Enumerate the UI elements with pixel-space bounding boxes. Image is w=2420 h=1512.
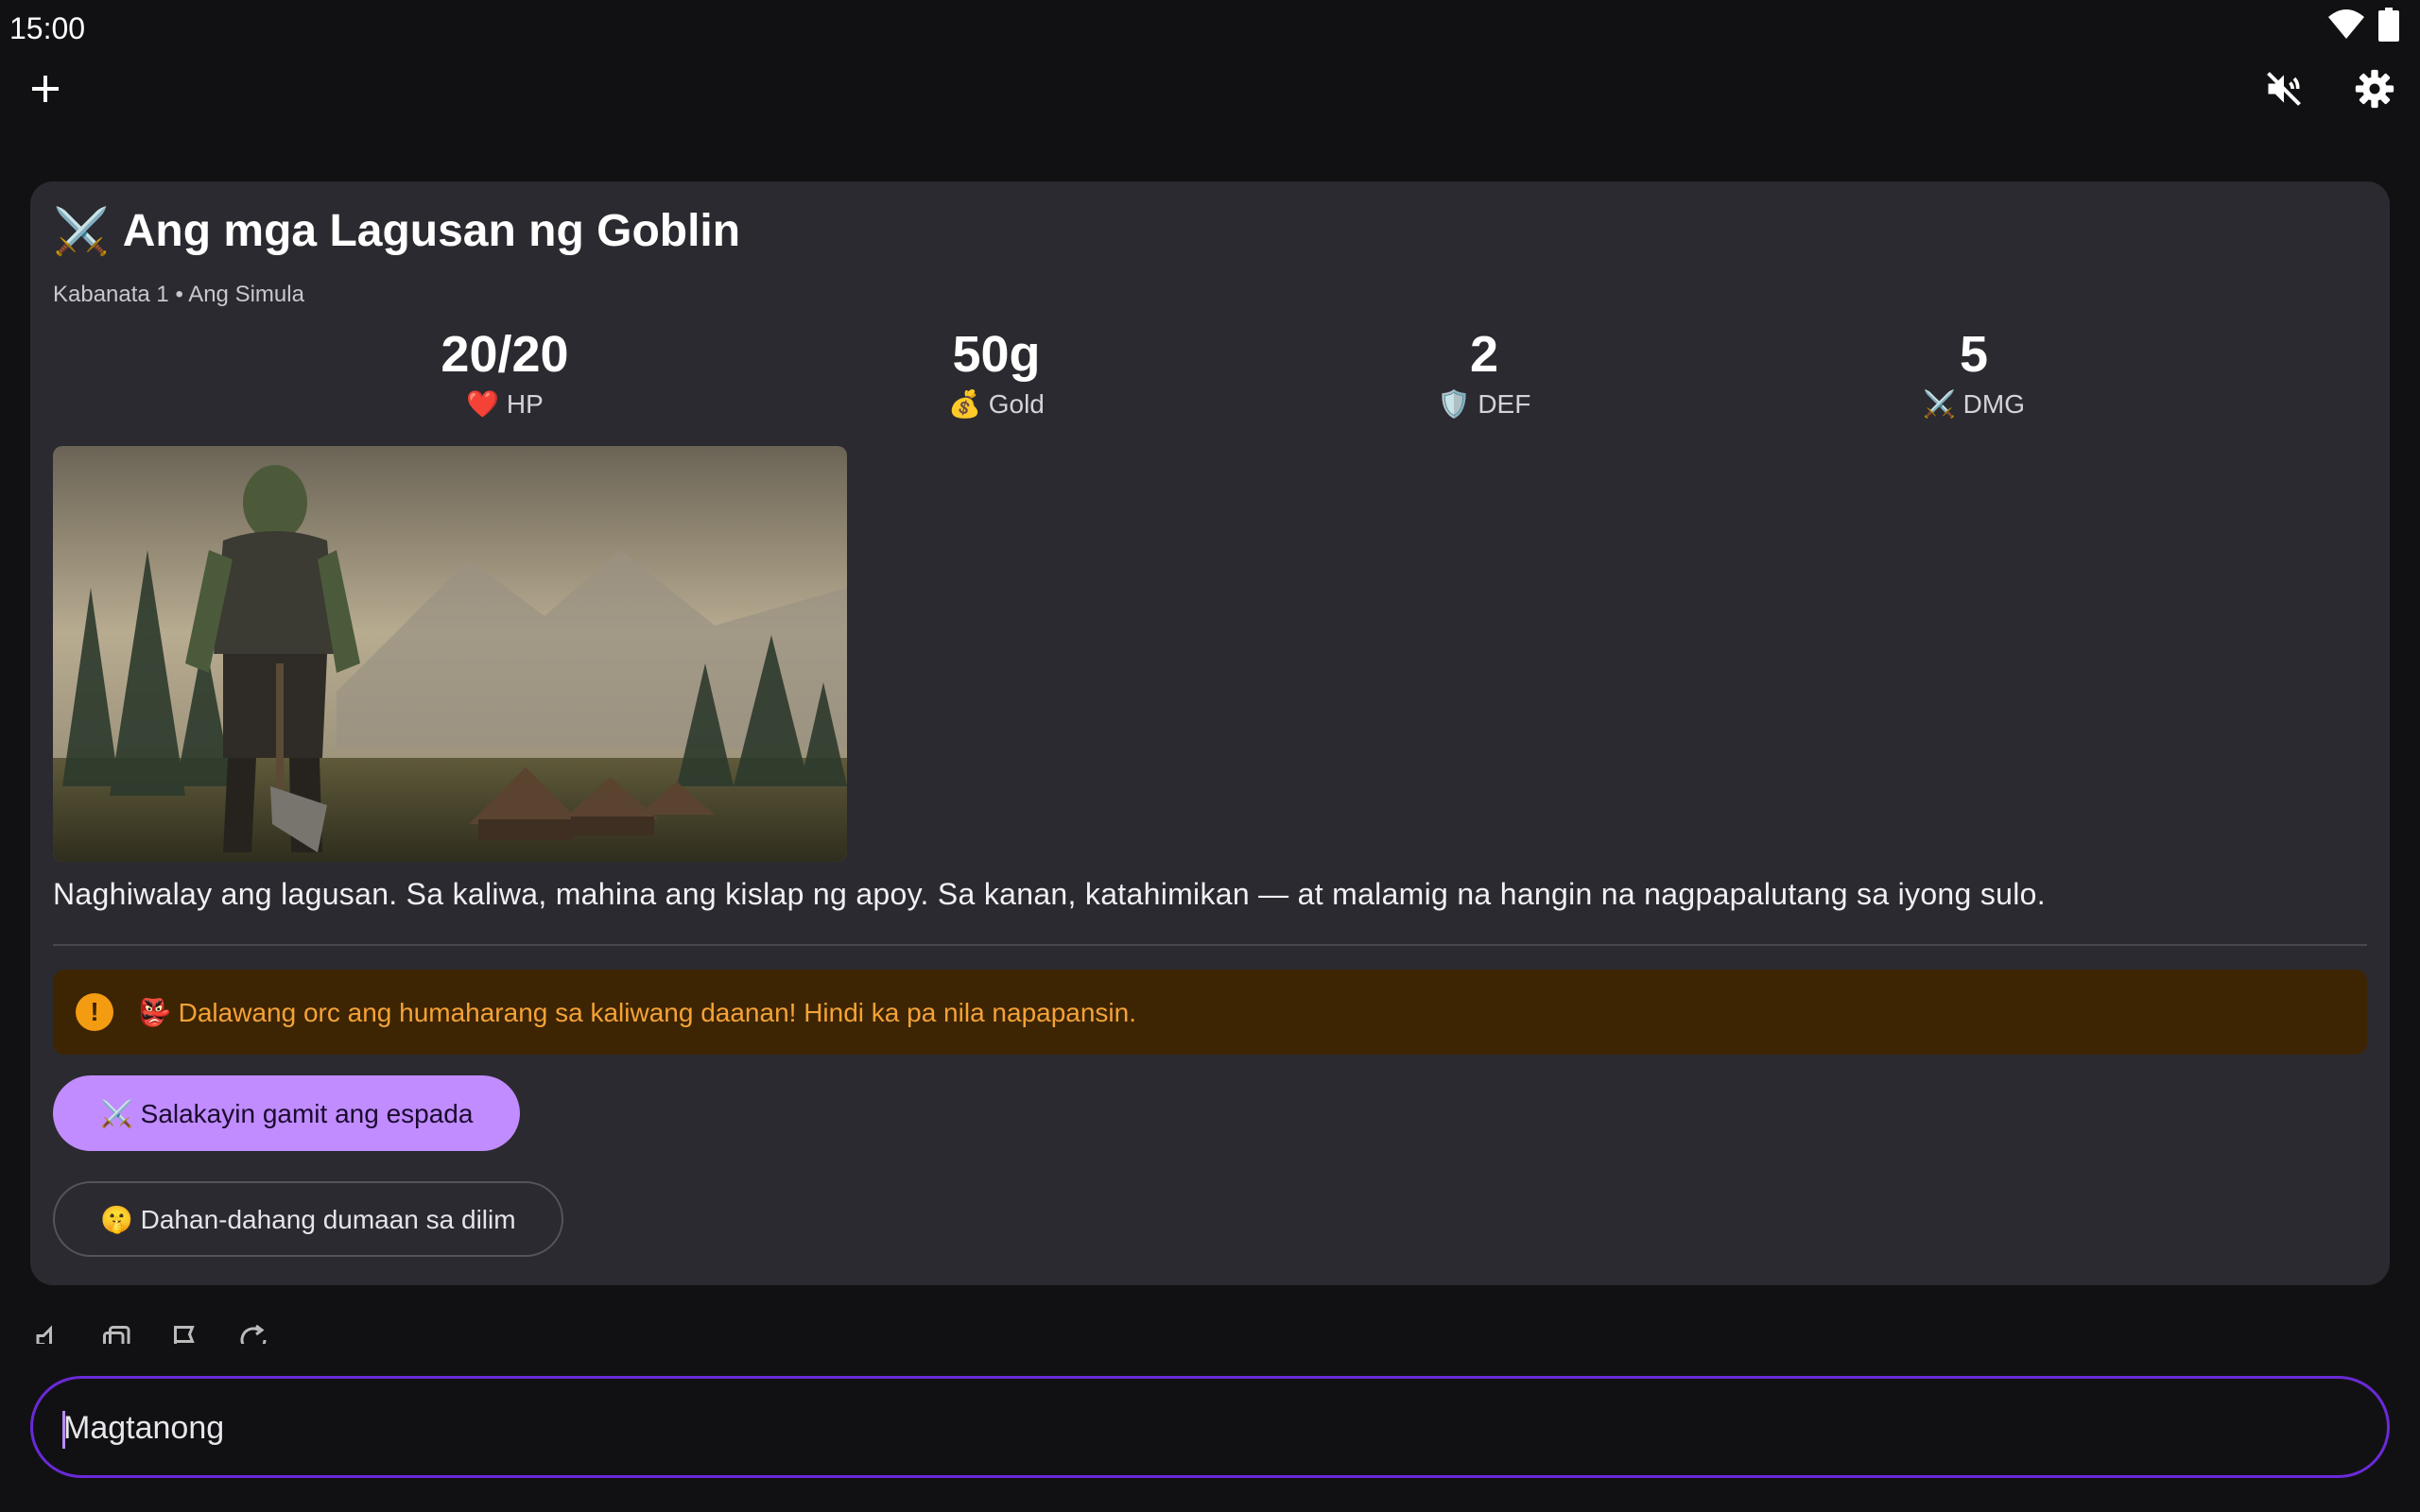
settings-button[interactable]: [2337, 53, 2412, 129]
new-chat-button[interactable]: [8, 53, 83, 129]
ask-input[interactable]: [61, 1379, 2334, 1477]
battery-icon: [2378, 8, 2399, 46]
stat-gold-label: 💰 Gold: [948, 389, 1045, 419]
plus-icon: [30, 74, 60, 109]
mute-button[interactable]: [2246, 53, 2322, 129]
stat-def-value: 2: [1469, 326, 1499, 383]
chapter-subtitle: Kabanata 1 • Ang Simula: [53, 282, 304, 307]
warning-icon: !: [76, 993, 113, 1031]
copy-icon[interactable]: [100, 1323, 134, 1344]
gear-icon: [2354, 68, 2395, 114]
stat-hp-value: 20/20: [441, 326, 569, 383]
stats-row: 20/20 ❤️ HP 50g 💰 Gold 2 🛡️ DEF 5 ⚔️ DMG: [30, 323, 2390, 427]
game-card: ⚔️ Ang mga Lagusan ng Goblin Kabanata 1 …: [30, 181, 2390, 1285]
stat-gold-value: 50g: [952, 326, 1041, 383]
top-app-bar: [0, 53, 2420, 129]
volume-icon[interactable]: [32, 1323, 66, 1344]
quest-title: Ang mga Lagusan ng Goblin: [122, 206, 741, 256]
crossed-swords-icon: ⚔️: [53, 207, 110, 257]
narration-text: Naghiwalay ang lagusan. Sa kaliwa, mahin…: [53, 877, 2046, 911]
flag-icon[interactable]: [168, 1323, 202, 1344]
quest-title-row: ⚔️ Ang mga Lagusan ng Goblin: [53, 204, 740, 258]
stat-dmg-label: ⚔️ DMG: [1923, 389, 2025, 419]
scene-image: [53, 446, 847, 862]
stat-dmg: 5 ⚔️ DMG: [1832, 323, 2116, 423]
message-composer[interactable]: [30, 1376, 2390, 1478]
alert-text: 👺 Dalawang orc ang humaharang sa kaliwan…: [138, 997, 1137, 1027]
stat-def: 2 🛡️ DEF: [1342, 323, 1626, 423]
refresh-icon[interactable]: [236, 1323, 270, 1344]
status-time: 15:00: [9, 11, 86, 45]
stat-hp: 20/20 ❤️ HP: [363, 323, 647, 423]
stat-dmg-value: 5: [1959, 326, 1989, 383]
choice-attack-button[interactable]: ⚔️ Salakayin gamit ang espada: [53, 1075, 521, 1151]
divider: [53, 944, 2367, 946]
status-bar: 15:00: [0, 0, 2420, 53]
stat-hp-label: ❤️ HP: [466, 389, 544, 419]
stat-def-label: 🛡️ DEF: [1437, 389, 1531, 419]
message-actions: [32, 1323, 316, 1344]
choice-sneak-button[interactable]: 🤫 Dahan-dahang dumaan sa dilim: [53, 1181, 563, 1257]
encounter-alert: ! 👺 Dalawang orc ang humaharang sa kaliw…: [53, 970, 2367, 1055]
system-icons: [2327, 8, 2399, 46]
stat-gold: 50g 💰 Gold: [855, 323, 1138, 423]
text-caret: [62, 1411, 65, 1449]
volume-off-icon: [2263, 68, 2305, 114]
wifi-icon: [2327, 9, 2365, 45]
